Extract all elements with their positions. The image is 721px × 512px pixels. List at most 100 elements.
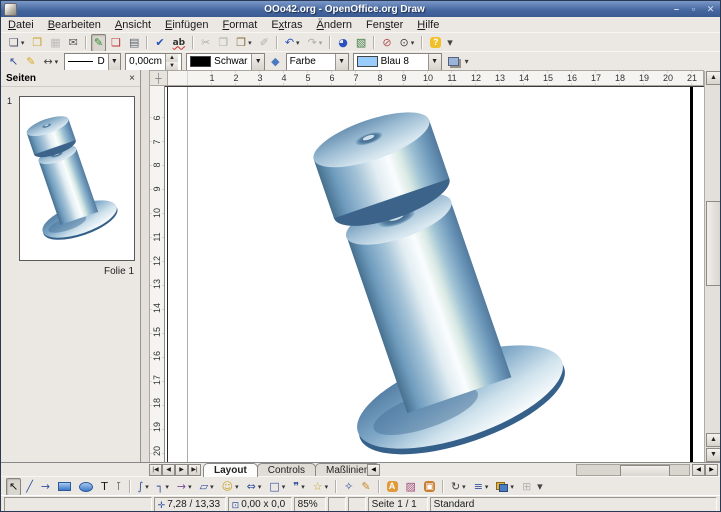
prev-page-button[interactable]: ◀ bbox=[162, 464, 175, 476]
fill-color-dropdown[interactable]: ▼ bbox=[428, 54, 441, 70]
spellcheck-button[interactable]: ✔ bbox=[152, 34, 167, 52]
close-button[interactable]: ✕ bbox=[703, 3, 718, 15]
scroll-right-icon[interactable]: ▶ bbox=[705, 464, 718, 476]
vertical-scrollbar[interactable]: ▲ ▲ ▼ bbox=[704, 71, 721, 462]
block-arrows-tool[interactable]: ⇔▾ bbox=[244, 478, 265, 496]
chart-button[interactable]: ◕ bbox=[335, 34, 351, 52]
arrow-tool[interactable]: → bbox=[38, 478, 53, 496]
vertical-scroll-thumb[interactable] bbox=[706, 201, 721, 286]
new-document-button[interactable]: ❏▾ bbox=[6, 34, 27, 52]
help-button[interactable]: ? bbox=[427, 34, 444, 52]
email-document-button[interactable]: ✉ bbox=[66, 34, 81, 52]
paste-button[interactable]: ❒▾ bbox=[233, 34, 254, 52]
symbol-shapes-tool[interactable]: ☺▾ bbox=[219, 478, 242, 496]
edit-points-button[interactable]: ✧ bbox=[341, 478, 356, 496]
fill-type-combo[interactable]: Farbe ▼ bbox=[286, 53, 349, 71]
line-style-dropdown[interactable]: ▼ bbox=[108, 54, 121, 70]
callouts-tool-dropdown[interactable]: ▾ bbox=[301, 483, 305, 491]
new-document-button-dropdown[interactable]: ▾ bbox=[21, 39, 25, 47]
menu-hilfe[interactable]: Hilfe bbox=[410, 19, 446, 31]
flowchart-tool[interactable]: □▾ bbox=[266, 478, 288, 496]
canvas-3d-object[interactable] bbox=[165, 87, 704, 463]
rotate-button[interactable]: ↻▾ bbox=[448, 478, 469, 496]
navigator-button[interactable]: ⊘ bbox=[379, 34, 394, 52]
stars-tool[interactable]: ☆▾ bbox=[310, 478, 331, 496]
scroll-down-icon[interactable]: ▼ bbox=[706, 448, 721, 462]
drawing-toolbar-overflow[interactable]: ▾ bbox=[536, 478, 544, 496]
undo-button-dropdown[interactable]: ▾ bbox=[296, 39, 300, 47]
tab-layout[interactable]: Layout bbox=[203, 463, 258, 477]
menu-format[interactable]: Format bbox=[215, 19, 264, 31]
line-width-spinner[interactable]: 0,00cm ▲▼ bbox=[125, 53, 182, 71]
menu-datei[interactable]: Datei bbox=[1, 19, 41, 31]
line-color-combo[interactable]: Schwarz ▼ bbox=[186, 53, 265, 71]
tab-controls[interactable]: Controls bbox=[257, 463, 316, 477]
alignment-button[interactable]: ≡▾ bbox=[471, 478, 492, 496]
select-tool[interactable]: ↖ bbox=[6, 478, 21, 496]
spin-down-icon[interactable]: ▼ bbox=[166, 62, 178, 70]
fontwork-gallery-button[interactable]: A bbox=[384, 478, 401, 496]
line-width-spin-buttons[interactable]: ▲▼ bbox=[165, 54, 178, 70]
block-arrows-tool-dropdown[interactable]: ▾ bbox=[258, 483, 262, 491]
alignment-button-dropdown[interactable]: ▾ bbox=[485, 483, 489, 491]
fill-type-dropdown[interactable]: ▼ bbox=[335, 54, 348, 70]
vertical-ruler[interactable]: 67891011121314151617181920 bbox=[149, 86, 165, 462]
flowchart-tool-dropdown[interactable]: ▾ bbox=[282, 483, 286, 491]
last-page-button[interactable]: ▶| bbox=[188, 464, 201, 476]
glue-points-button[interactable]: ✎ bbox=[358, 478, 373, 496]
lf-edit-points-button[interactable]: ↖ bbox=[6, 53, 21, 71]
linefill-toolbar-overflow[interactable]: ▾ bbox=[464, 53, 470, 71]
curve-tool-dropdown[interactable]: ▾ bbox=[145, 483, 149, 491]
menu-bearbeiten[interactable]: Bearbeiten bbox=[41, 19, 108, 31]
maximize-button[interactable]: ▫ bbox=[686, 3, 701, 15]
curve-tool[interactable]: ∫▾ bbox=[135, 478, 152, 496]
zoom-level-cell[interactable]: 85% bbox=[294, 497, 326, 512]
next-page-button[interactable]: ▶ bbox=[175, 464, 188, 476]
basic-shapes-tool-dropdown[interactable]: ▾ bbox=[210, 483, 214, 491]
rectangle-tool[interactable] bbox=[55, 478, 74, 496]
edit-file-toggle[interactable]: ✎ bbox=[91, 34, 106, 52]
insert-picture-button[interactable]: ▨ bbox=[403, 478, 419, 496]
area-style-button[interactable]: ◆ bbox=[268, 53, 282, 71]
menu-fenster[interactable]: Fenster bbox=[359, 19, 410, 31]
undo-button[interactable]: ↶▾ bbox=[282, 34, 303, 52]
scroll-left-icon[interactable]: ◀ bbox=[692, 464, 705, 476]
arrange-button-dropdown[interactable]: ▾ bbox=[510, 483, 514, 491]
scroll-up2-icon[interactable]: ▲ bbox=[706, 433, 721, 447]
titlebar[interactable]: OOo42.org - OpenOffice.org Draw – ▫ ✕ bbox=[1, 1, 720, 17]
horizontal-ruler[interactable]: 123456789101112131415161718192021 bbox=[149, 70, 704, 86]
gallery-frame-button[interactable]: ▣ bbox=[421, 478, 438, 496]
callouts-tool[interactable]: ❞▾ bbox=[290, 478, 307, 496]
arrow-style-button[interactable]: ↔ ▾ bbox=[40, 53, 61, 71]
line-tool[interactable]: ╱ bbox=[23, 478, 36, 496]
line-color-dropdown[interactable]: ▼ bbox=[251, 54, 264, 70]
symbol-shapes-tool-dropdown[interactable]: ▾ bbox=[235, 483, 239, 491]
connector-tool[interactable]: ┐▾ bbox=[154, 478, 172, 496]
ruler-corner-button[interactable]: ┼ bbox=[149, 70, 168, 86]
lines-arrows-tool[interactable]: →▾ bbox=[174, 478, 195, 496]
line-style-combo[interactable]: D ▼ bbox=[64, 53, 121, 71]
export-pdf-button[interactable]: ❏ bbox=[108, 34, 124, 52]
redo-button-dropdown[interactable]: ▾ bbox=[319, 39, 323, 47]
lines-arrows-tool-dropdown[interactable]: ▾ bbox=[188, 483, 192, 491]
std-toolbar-overflow[interactable]: ▾ bbox=[446, 34, 454, 52]
menu-einfgen[interactable]: Einfügen bbox=[158, 19, 215, 31]
shadow-toggle[interactable] bbox=[445, 53, 462, 71]
auto-spellcheck-toggle[interactable]: ab bbox=[170, 34, 189, 52]
spin-up-icon[interactable]: ▲ bbox=[166, 54, 178, 62]
paste-button-dropdown[interactable]: ▾ bbox=[248, 39, 252, 47]
menu-ansicht[interactable]: Ansicht bbox=[108, 19, 158, 31]
panel-close-icon[interactable]: × bbox=[129, 73, 135, 84]
basic-shapes-tool[interactable]: ▱▾ bbox=[197, 478, 217, 496]
zoom-button[interactable]: ⊙▾ bbox=[397, 34, 418, 52]
open-button[interactable]: ❒ bbox=[29, 34, 45, 52]
gallery-button[interactable]: ▧ bbox=[353, 34, 369, 52]
horizontal-scrollbar[interactable] bbox=[576, 464, 690, 476]
menu-ndern[interactable]: Ändern bbox=[310, 19, 359, 31]
connector-tool-dropdown[interactable]: ▾ bbox=[165, 483, 169, 491]
minimize-button[interactable]: – bbox=[669, 3, 684, 15]
arrange-button[interactable]: ▾ bbox=[493, 478, 517, 496]
page-thumbnail[interactable] bbox=[19, 96, 135, 261]
menu-extras[interactable]: Extras bbox=[264, 19, 309, 31]
arrow-style-dropdown[interactable]: ▾ bbox=[55, 58, 59, 66]
